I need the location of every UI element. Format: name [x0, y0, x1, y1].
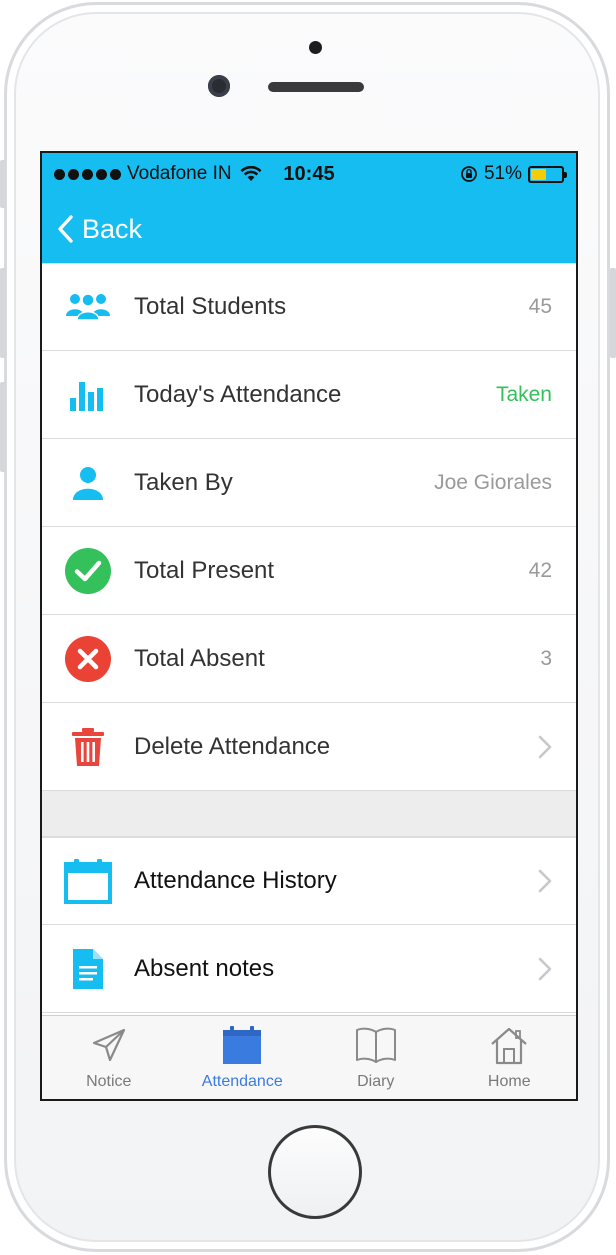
- attendance-links-list: Attendance History Absent notes: [42, 837, 576, 1013]
- list-item-total-present: Total Present 42: [42, 527, 576, 615]
- attendance-history-row[interactable]: Attendance History: [42, 837, 576, 925]
- total-absent-label: Total Absent: [134, 644, 265, 672]
- absent-notes-row[interactable]: Absent notes: [42, 925, 576, 1013]
- back-button[interactable]: Back: [56, 214, 142, 245]
- calendar-icon: [222, 1023, 262, 1067]
- chevron-right-icon: [538, 735, 552, 758]
- section-separator: [42, 791, 576, 837]
- battery-percent: 51%: [483, 163, 522, 184]
- book-icon: [355, 1023, 397, 1067]
- list-item-taken-by: Taken By Joe Giorales: [42, 439, 576, 527]
- list-item-todays-attendance: Today's Attendance Taken: [42, 351, 576, 439]
- tab-bar: Notice Attendance Diary Home: [42, 1015, 576, 1099]
- document-icon: [64, 945, 112, 993]
- home-button[interactable]: [268, 1125, 362, 1219]
- tab-home[interactable]: Home: [443, 1016, 577, 1099]
- tab-attendance[interactable]: Attendance: [176, 1016, 310, 1099]
- tab-attendance-label: Attendance: [201, 1073, 283, 1090]
- total-students-value: 45: [528, 295, 552, 318]
- navigation-bar: Back: [42, 195, 576, 263]
- chevron-left-icon: [58, 215, 73, 243]
- delete-attendance-label: Delete Attendance: [134, 732, 331, 760]
- trash-icon: [64, 723, 112, 771]
- attendance-summary-list: Total Students 45 Today's Attendance Tak…: [42, 263, 576, 791]
- paper-plane-icon: [91, 1023, 127, 1067]
- app-screen: Vodafone IN 10:45 51% Back Total Student…: [40, 151, 578, 1101]
- battery-icon: [528, 165, 567, 183]
- absent-notes-label: Absent notes: [134, 954, 275, 982]
- list-item-total-absent: Total Absent 3: [42, 615, 576, 703]
- todays-attendance-status: Taken: [495, 382, 552, 406]
- volume-up-button: [0, 268, 6, 358]
- x-circle-icon: [64, 635, 112, 683]
- chevron-right-icon: [538, 957, 552, 980]
- total-present-value: 42: [528, 558, 552, 582]
- calendar-icon: [64, 857, 112, 905]
- total-absent-value: 3: [540, 646, 552, 670]
- front-camera: [208, 75, 230, 97]
- person-icon: [64, 459, 112, 507]
- proximity-sensor: [309, 41, 322, 54]
- students-icon: [64, 283, 112, 331]
- mute-switch: [0, 160, 6, 208]
- total-present-label: Total Present: [134, 556, 275, 584]
- tab-diary[interactable]: Diary: [309, 1016, 443, 1099]
- tab-notice[interactable]: Notice: [42, 1016, 176, 1099]
- status-bar: Vodafone IN 10:45 51%: [42, 153, 576, 195]
- tab-home-label: Home: [487, 1073, 531, 1090]
- volume-down-button: [0, 382, 6, 472]
- check-circle-icon: [64, 547, 112, 595]
- wifi-icon: [240, 166, 262, 181]
- total-students-label: Total Students: [134, 293, 287, 320]
- taken-by-value: Joe Giorales: [434, 470, 552, 494]
- house-icon: [489, 1023, 529, 1067]
- carrier-name: Vodafone IN: [127, 163, 232, 184]
- rotation-lock-icon: [461, 166, 477, 182]
- delete-attendance-row[interactable]: Delete Attendance: [42, 703, 576, 791]
- power-button: [610, 268, 616, 358]
- bar-chart-icon: [64, 371, 112, 419]
- taken-by-label: Taken By: [134, 468, 233, 496]
- attendance-history-label: Attendance History: [134, 867, 337, 894]
- tab-notice-label: Notice: [86, 1073, 132, 1090]
- signal-strength-icon: [54, 168, 121, 180]
- earpiece-speaker: [268, 82, 364, 92]
- back-label: Back: [82, 213, 143, 244]
- tab-diary-label: Diary: [357, 1073, 395, 1090]
- list-item-total-students: Total Students 45: [42, 263, 576, 351]
- chevron-right-icon: [538, 869, 552, 893]
- todays-attendance-label: Today's Attendance: [134, 380, 342, 408]
